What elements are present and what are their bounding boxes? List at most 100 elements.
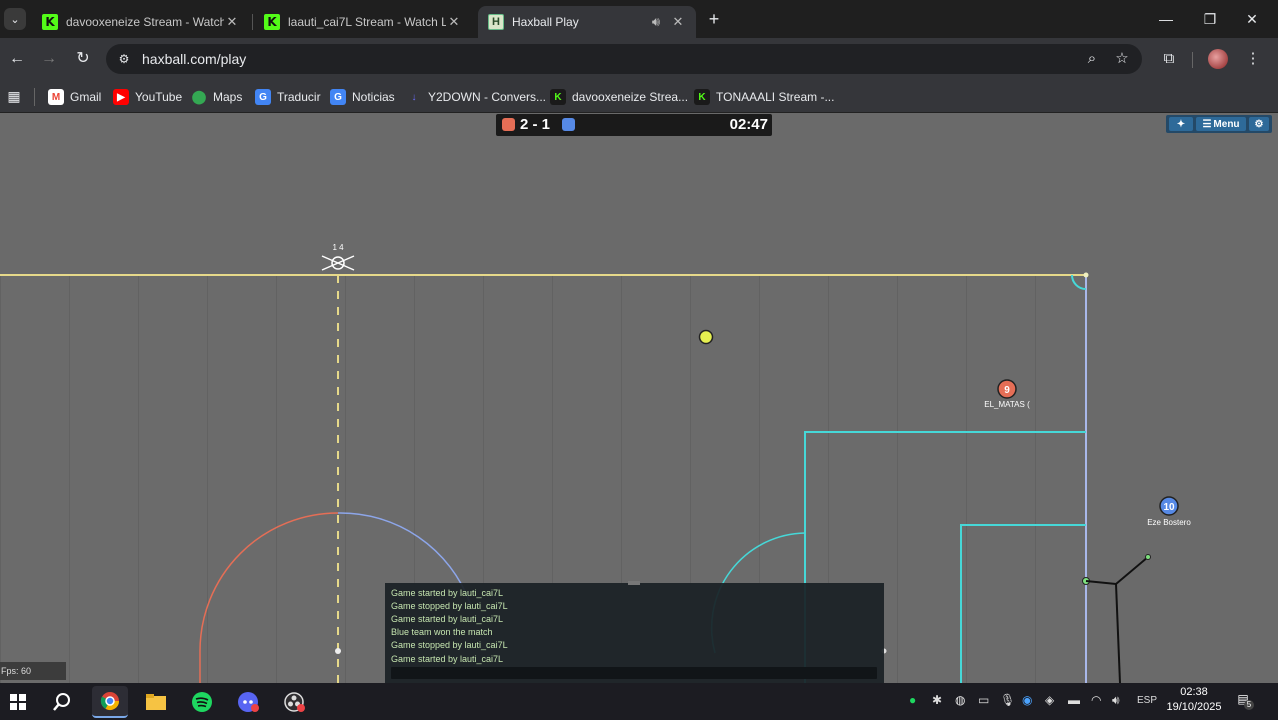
bookmark-label: Maps — [213, 90, 243, 104]
player-number: 9 — [1004, 385, 1010, 396]
windows-taskbar: ● ✱ ◍ ▭ 🎙︎ ◉ ◈ ▬ ◠ 🔊︎ ESP 02:38 19/10/20… — [0, 683, 1278, 720]
url-text[interactable]: haxball.com/play — [142, 51, 246, 67]
bookmarks-bar: ▦ M Gmail ▶ YouTube ⬤ Maps G Traducir G … — [0, 80, 1278, 113]
language-indicator[interactable]: ESP — [1137, 695, 1157, 706]
fps-counter: Fps: 60 — [0, 662, 66, 680]
forward-button[interactable]: → — [38, 48, 60, 70]
arrow-right-icon: → — [41, 50, 57, 67]
reload-button[interactable]: ↻ — [72, 48, 94, 70]
chat-message: Blue team won the match — [391, 627, 493, 637]
chat-message: Game stopped by lauti_cai7L — [391, 640, 508, 650]
bookmark-y2down[interactable]: ↓ Y2DOWN - Convers... — [406, 86, 547, 108]
bookmark-label: Y2DOWN - Convers... — [428, 90, 547, 104]
game-top-right-controls: ✦ ☰ Menu ⚙ — [1166, 115, 1272, 133]
bookmark-label: Traducir — [277, 90, 321, 104]
close-icon[interactable]: ✕ — [670, 14, 686, 30]
news-icon: G — [330, 89, 346, 105]
minimize-button[interactable]: — — [1146, 6, 1186, 32]
tab-search-button[interactable]: ⌄ — [4, 8, 26, 30]
score: 2 - 1 — [520, 116, 551, 133]
notification-count: 5 — [1244, 700, 1254, 710]
battery-tray-icon[interactable]: ▬ — [1068, 693, 1080, 707]
player-name: Eze Bostero — [1147, 518, 1191, 527]
chat-message: Game started by lauti_cai7L — [391, 654, 504, 664]
red-team-indicator — [502, 118, 515, 131]
notification-center-icon[interactable]: ▤ 5 — [1234, 692, 1254, 710]
bookmark-maps[interactable]: ⬤ Maps — [191, 86, 243, 108]
kick-icon: K — [694, 89, 710, 105]
settings-button[interactable]: ⚙ — [1249, 117, 1269, 131]
bookmark-davooxeneize[interactable]: K davooxeneize Strea... — [550, 86, 688, 108]
tab-title: davooxeneize Stream - Watch Live — [66, 15, 224, 29]
usb-tray-icon[interactable]: ▭ — [978, 693, 989, 707]
bookmark-gmail[interactable]: M Gmail — [48, 86, 101, 108]
search-icon[interactable] — [44, 686, 80, 718]
address-bar[interactable]: ⚙ haxball.com/play ⌕ ☆ — [106, 44, 1142, 74]
field-margin-right — [1086, 275, 1278, 683]
extensions-icon[interactable]: ⧉ — [1158, 48, 1180, 70]
tab-haxball[interactable]: H Haxball Play 🔊︎ ✕ — [478, 6, 696, 38]
menu-label: Menu — [1213, 118, 1240, 130]
bookmark-label: davooxeneize Strea... — [572, 90, 689, 104]
haxball-game-canvas[interactable]: 1 4 9 10 EL_MATAS ( Eze Bostero 2 - 1 02… — [0, 113, 1278, 683]
tab-title: Haxball Play — [512, 15, 579, 29]
kick-icon: K — [264, 14, 280, 30]
bookmark-label: YouTube — [135, 90, 183, 104]
bookmark-tonaaali[interactable]: K TONAAALI Stream -... — [694, 86, 834, 108]
spotify-tray-icon[interactable]: ● — [909, 693, 916, 707]
speaker-icon[interactable]: 🔊︎ — [648, 14, 664, 30]
arrow-left-icon: ← — [9, 50, 25, 67]
bookmark-label: Gmail — [70, 90, 102, 104]
hp-tray-icon[interactable]: ◉ — [1022, 693, 1032, 707]
tab-laauti[interactable]: K laauti_cai7L Stream - Watch Live ✕ — [254, 6, 472, 38]
spotify-icon[interactable] — [184, 686, 220, 718]
microphone-tray-icon[interactable]: 🎙︎ — [1000, 693, 1015, 707]
volume-tray-icon[interactable]: 🔊︎ — [1112, 693, 1120, 708]
bluetooth-tray-icon[interactable]: ✱ — [932, 693, 942, 707]
tab-strip: ⌄ K davooxeneize Stream - Watch Live ✕ K… — [0, 0, 1278, 38]
restore-button[interactable]: ❐ — [1190, 6, 1230, 32]
bookmark-youtube[interactable]: ▶ YouTube — [113, 86, 182, 108]
close-window-button[interactable]: ✕ — [1232, 6, 1272, 32]
bookmark-traducir[interactable]: G Traducir — [255, 86, 321, 108]
player-blue: 10 — [1159, 496, 1179, 516]
chat-resize-handle[interactable] — [628, 581, 640, 585]
corner-post — [1083, 272, 1089, 278]
gear-icon: ⚙ — [1254, 118, 1264, 130]
field-margin — [0, 113, 1278, 273]
tab-davooxeneize[interactable]: K davooxeneize Stream - Watch Live ✕ — [32, 6, 250, 38]
bookmark-label: TONAAALI Stream -... — [716, 90, 835, 104]
close-icon[interactable]: ✕ — [224, 14, 240, 30]
new-tab-button[interactable]: + — [704, 8, 724, 30]
bookmark-star-icon[interactable]: ☆ — [1112, 49, 1132, 69]
clock-time: 02:38 — [1180, 686, 1208, 698]
hamburger-icon: ☰ — [1202, 118, 1212, 130]
menu-button[interactable]: ☰ Menu — [1196, 117, 1246, 131]
app-tray-icon[interactable]: ◍ — [955, 693, 965, 707]
fullscreen-button[interactable]: ✦ — [1169, 117, 1193, 131]
zoom-icon[interactable]: ⌕ — [1082, 49, 1102, 69]
more-menu-icon[interactable]: ⋮ — [1242, 48, 1264, 70]
kick-icon: K — [42, 14, 58, 30]
apps-grid-icon[interactable]: ▦ — [6, 88, 22, 104]
chat-input[interactable] — [391, 667, 877, 679]
gmail-icon: M — [48, 89, 64, 105]
close-icon[interactable]: ✕ — [446, 14, 462, 30]
player-name: EL_MATAS ( — [984, 400, 1030, 409]
file-explorer-icon[interactable] — [138, 686, 174, 718]
windows-security-tray-icon[interactable]: ◈ — [1045, 693, 1054, 707]
back-button[interactable]: ← — [6, 48, 28, 70]
bookmark-noticias[interactable]: G Noticias — [330, 86, 395, 108]
chrome-icon[interactable] — [92, 686, 128, 718]
obs-icon[interactable] — [276, 686, 312, 718]
discord-icon[interactable] — [230, 686, 266, 718]
windows-start-icon[interactable] — [0, 686, 36, 718]
wifi-tray-icon[interactable]: ◠ — [1091, 693, 1101, 707]
clock[interactable]: 02:38 19/10/2025 — [1164, 685, 1224, 715]
site-info-icon[interactable]: ⚙ — [116, 51, 132, 67]
chat-message: Game started by lauti_cai7L — [391, 614, 504, 624]
profile-avatar[interactable] — [1208, 49, 1228, 69]
maps-icon: ⬤ — [191, 89, 207, 104]
flag-label: 1 4 — [332, 243, 344, 252]
chevron-down-icon: ⌄ — [10, 13, 20, 26]
